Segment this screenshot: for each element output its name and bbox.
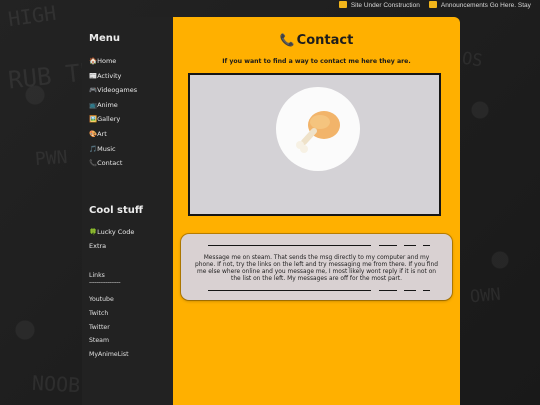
marquee-item: Site Under Construction xyxy=(350,2,420,9)
link-youtube[interactable]: Youtube xyxy=(89,296,114,303)
sidebar-item-lucky-code[interactable]: 🍀Lucky Code xyxy=(89,228,134,236)
menu-title: Menu xyxy=(89,33,120,44)
contact-message: Message me on steam. That sends the msg … xyxy=(195,255,438,282)
link-twitch[interactable]: Twitch xyxy=(89,310,108,317)
sidebar-item-videogames[interactable]: 🎮Videogames xyxy=(89,86,137,94)
link-myanimelist[interactable]: MyAnimeList xyxy=(89,351,129,358)
links-divider: ----------------- xyxy=(89,279,121,286)
sidebar-item-activity[interactable]: 📰Activity xyxy=(89,72,121,80)
sidebar-item-gallery[interactable]: 🖼️Gallery xyxy=(89,115,120,123)
announcement-icon xyxy=(339,0,347,8)
decorative-line xyxy=(208,245,371,246)
content-panel: 📞 Contact If you want to find a way to co… xyxy=(173,17,460,405)
announcement-marquee: Site Under Construction Announcements Go… xyxy=(339,0,540,11)
links-title: Links xyxy=(89,272,105,279)
decorative-line xyxy=(404,290,416,291)
decorative-line xyxy=(208,290,371,291)
contact-subtitle: If you want to find a way to contact me … xyxy=(222,58,411,65)
decorative-line xyxy=(379,290,397,291)
sidebar: Menu 🏠Home 📰Activity 🎮Videogames 📺Anime … xyxy=(82,17,173,405)
phone-icon: 📞 xyxy=(279,33,295,47)
sidebar-item-contact[interactable]: 📞Contact xyxy=(89,159,122,167)
page-title-text: Contact xyxy=(296,33,354,48)
contact-message-card: Message me on steam. That sends the msg … xyxy=(181,234,452,300)
decorative-line xyxy=(404,245,416,246)
marquee-item: Announcements Go Here. Stay xyxy=(440,2,531,9)
announcement-icon xyxy=(429,0,438,8)
image-circle xyxy=(276,87,360,171)
sidebar-item-extra[interactable]: Extra xyxy=(89,242,106,250)
chicken-drumstick-icon xyxy=(296,111,340,153)
sidebar-item-home[interactable]: 🏠Home xyxy=(89,57,116,65)
sidebar-item-music[interactable]: 🎵Music xyxy=(89,145,116,153)
sidebar-item-art[interactable]: 🎨Art xyxy=(89,130,107,138)
cool-stuff-title: Cool stuff xyxy=(89,205,143,216)
sidebar-item-anime[interactable]: 📺Anime xyxy=(89,101,118,109)
contact-image-frame xyxy=(188,73,441,216)
page-title: 📞 Contact xyxy=(173,33,460,48)
link-steam[interactable]: Steam xyxy=(89,337,109,344)
decorative-line xyxy=(423,290,430,291)
decorative-line xyxy=(379,245,397,246)
decorative-line xyxy=(423,245,430,246)
link-twitter[interactable]: Twitter xyxy=(89,324,110,331)
